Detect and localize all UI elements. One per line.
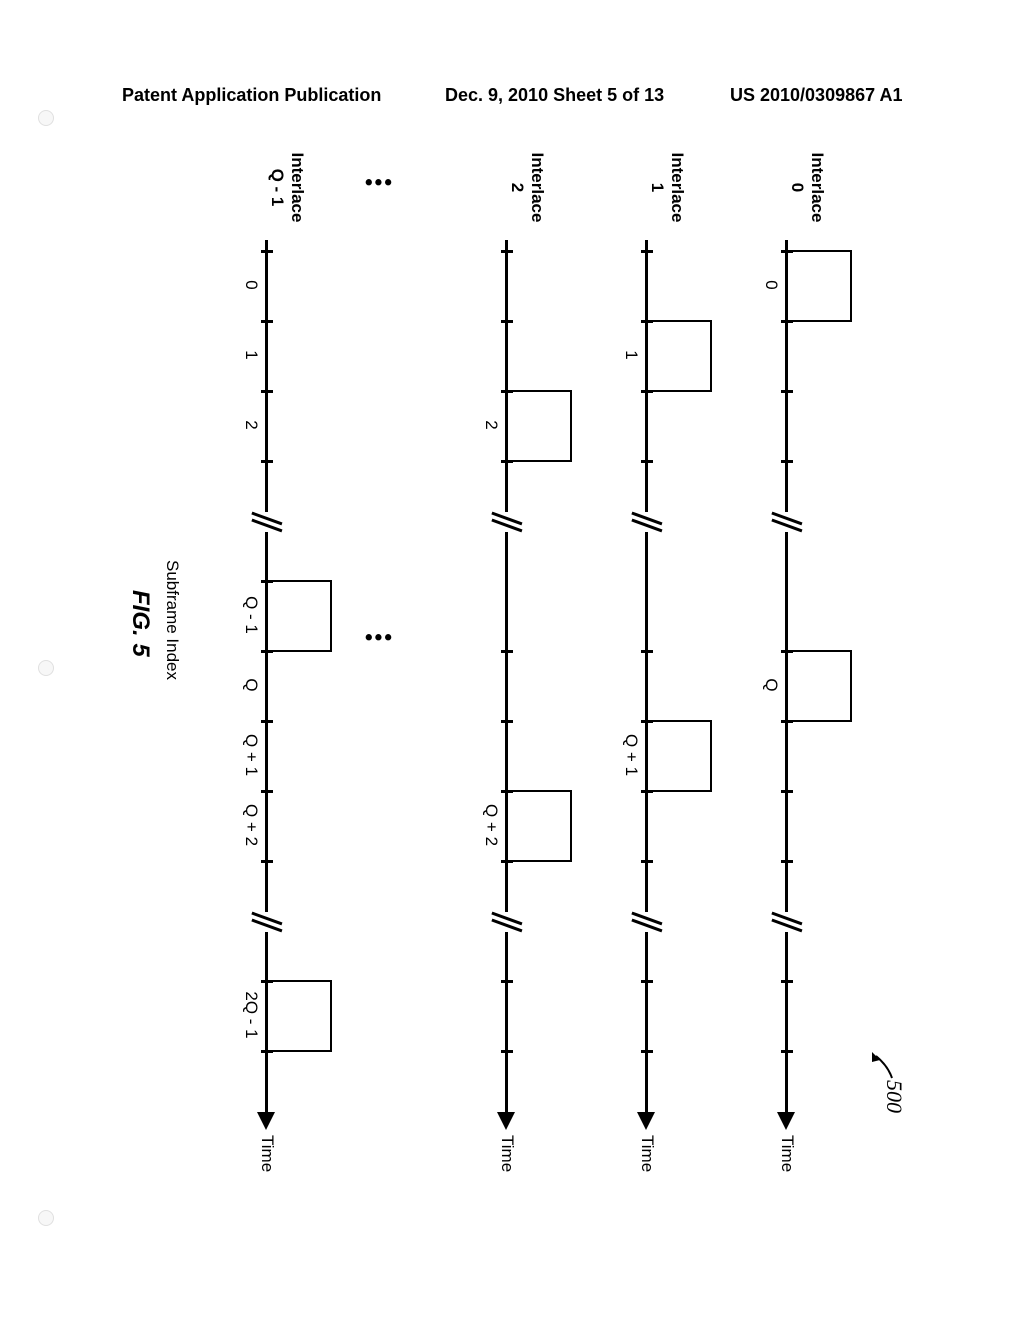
axis-tick xyxy=(501,720,513,723)
subframe-index-label: Q xyxy=(241,650,261,720)
axis-tick xyxy=(641,1050,653,1053)
interlace-label-line1: Interlace xyxy=(287,140,307,235)
axis-tick xyxy=(781,860,793,863)
axis-tick xyxy=(261,250,273,253)
interlace-label-line1: Interlace xyxy=(527,140,547,235)
axis-break-icon xyxy=(773,510,801,534)
axis-tick xyxy=(641,460,653,463)
subframe-index-label: 0 xyxy=(241,250,261,320)
interlace-label-line1: Interlace xyxy=(807,140,827,235)
subframe-index-label: Q + 1 xyxy=(241,720,261,790)
axis-tick xyxy=(781,1050,793,1053)
axis-tick xyxy=(781,390,793,393)
axis-break-icon xyxy=(773,910,801,934)
axis-line xyxy=(506,240,509,1120)
interlace-label-line2: Q - 1 xyxy=(266,140,286,235)
hole-punch xyxy=(38,1210,54,1226)
axis-break-icon xyxy=(493,910,521,934)
axis-tick xyxy=(501,650,513,653)
axis-tick xyxy=(781,980,793,983)
axis-tick xyxy=(781,790,793,793)
subframe-pulse xyxy=(267,980,332,1052)
subframe-index-label: 2 xyxy=(241,390,261,460)
subframe-pulse xyxy=(507,390,572,462)
interlace-label: InterlaceQ - 1 xyxy=(266,140,307,235)
subframe-index-label: 1 xyxy=(241,320,261,390)
interlace-label: Interlace1 xyxy=(646,140,687,235)
subframe-index-label: 2Q - 1 xyxy=(241,980,261,1050)
arrow-head-icon xyxy=(637,1112,655,1130)
subframe-pulse xyxy=(787,650,852,722)
subframe-pulse xyxy=(647,320,712,392)
axis-break-icon xyxy=(633,910,661,934)
time-label: Time xyxy=(637,1135,657,1172)
subframe-label: 2 xyxy=(481,390,501,460)
time-label: Time xyxy=(497,1135,517,1172)
header-mid: Dec. 9, 2010 Sheet 5 of 13 xyxy=(445,85,664,106)
subframe-label: 1 xyxy=(621,320,641,390)
ellipsis-icon: ••• xyxy=(363,624,392,650)
interlace-label-line2: 0 xyxy=(786,140,806,235)
axis-tick xyxy=(261,790,273,793)
axis-tick xyxy=(641,980,653,983)
interlace-label: Interlace2 xyxy=(506,140,547,235)
reference-arrow-icon xyxy=(869,1050,894,1080)
axis-tick xyxy=(261,390,273,393)
interlace-label-line2: 2 xyxy=(506,140,526,235)
axis-tick xyxy=(501,320,513,323)
subframe-pulse xyxy=(647,720,712,792)
subframe-index-label: Q + 2 xyxy=(241,790,261,860)
axis-tick xyxy=(261,460,273,463)
subframe-label: Q xyxy=(761,650,781,720)
axis-break-icon xyxy=(253,510,281,534)
ellipsis-icon: ••• xyxy=(363,169,392,195)
interlace-label-line1: Interlace xyxy=(667,140,687,235)
figure-container: 500 ••• ••• Subframe Index FIG. 5 Interl… xyxy=(112,140,912,1260)
axis-tick xyxy=(261,320,273,323)
header-left: Patent Application Publication xyxy=(122,85,381,106)
axis-tick xyxy=(501,1050,513,1053)
axis-tick xyxy=(641,860,653,863)
time-label: Time xyxy=(777,1135,797,1172)
figure-label: FIG. 5 xyxy=(126,590,154,657)
subframe-pulse xyxy=(507,790,572,862)
header-right: US 2010/0309867 A1 xyxy=(730,85,902,106)
axis-break-icon xyxy=(253,910,281,934)
subframe-index-label: Q - 1 xyxy=(241,580,261,650)
axis-tick xyxy=(261,860,273,863)
arrow-head-icon xyxy=(777,1112,795,1130)
arrow-head-icon xyxy=(497,1112,515,1130)
axis-tick xyxy=(501,980,513,983)
axis-tick xyxy=(781,460,793,463)
hole-punch xyxy=(38,110,54,126)
axis-tick xyxy=(641,650,653,653)
subframe-label: Q + 2 xyxy=(481,790,501,860)
x-axis-label: Subframe Index xyxy=(162,560,182,680)
subframe-label: 0 xyxy=(761,250,781,320)
axis-tick xyxy=(501,250,513,253)
time-label: Time xyxy=(257,1135,277,1172)
subframe-pulse xyxy=(787,250,852,322)
subframe-pulse xyxy=(267,580,332,652)
axis-break-icon xyxy=(493,510,521,534)
reference-number: 500 xyxy=(881,1080,907,1113)
axis-tick xyxy=(641,250,653,253)
axis-break-icon xyxy=(633,510,661,534)
axis-tick xyxy=(261,720,273,723)
hole-punch xyxy=(38,660,54,676)
arrow-head-icon xyxy=(257,1112,275,1130)
interlace-label: Interlace0 xyxy=(786,140,827,235)
subframe-label: Q + 1 xyxy=(621,720,641,790)
interlace-label-line2: 1 xyxy=(646,140,666,235)
